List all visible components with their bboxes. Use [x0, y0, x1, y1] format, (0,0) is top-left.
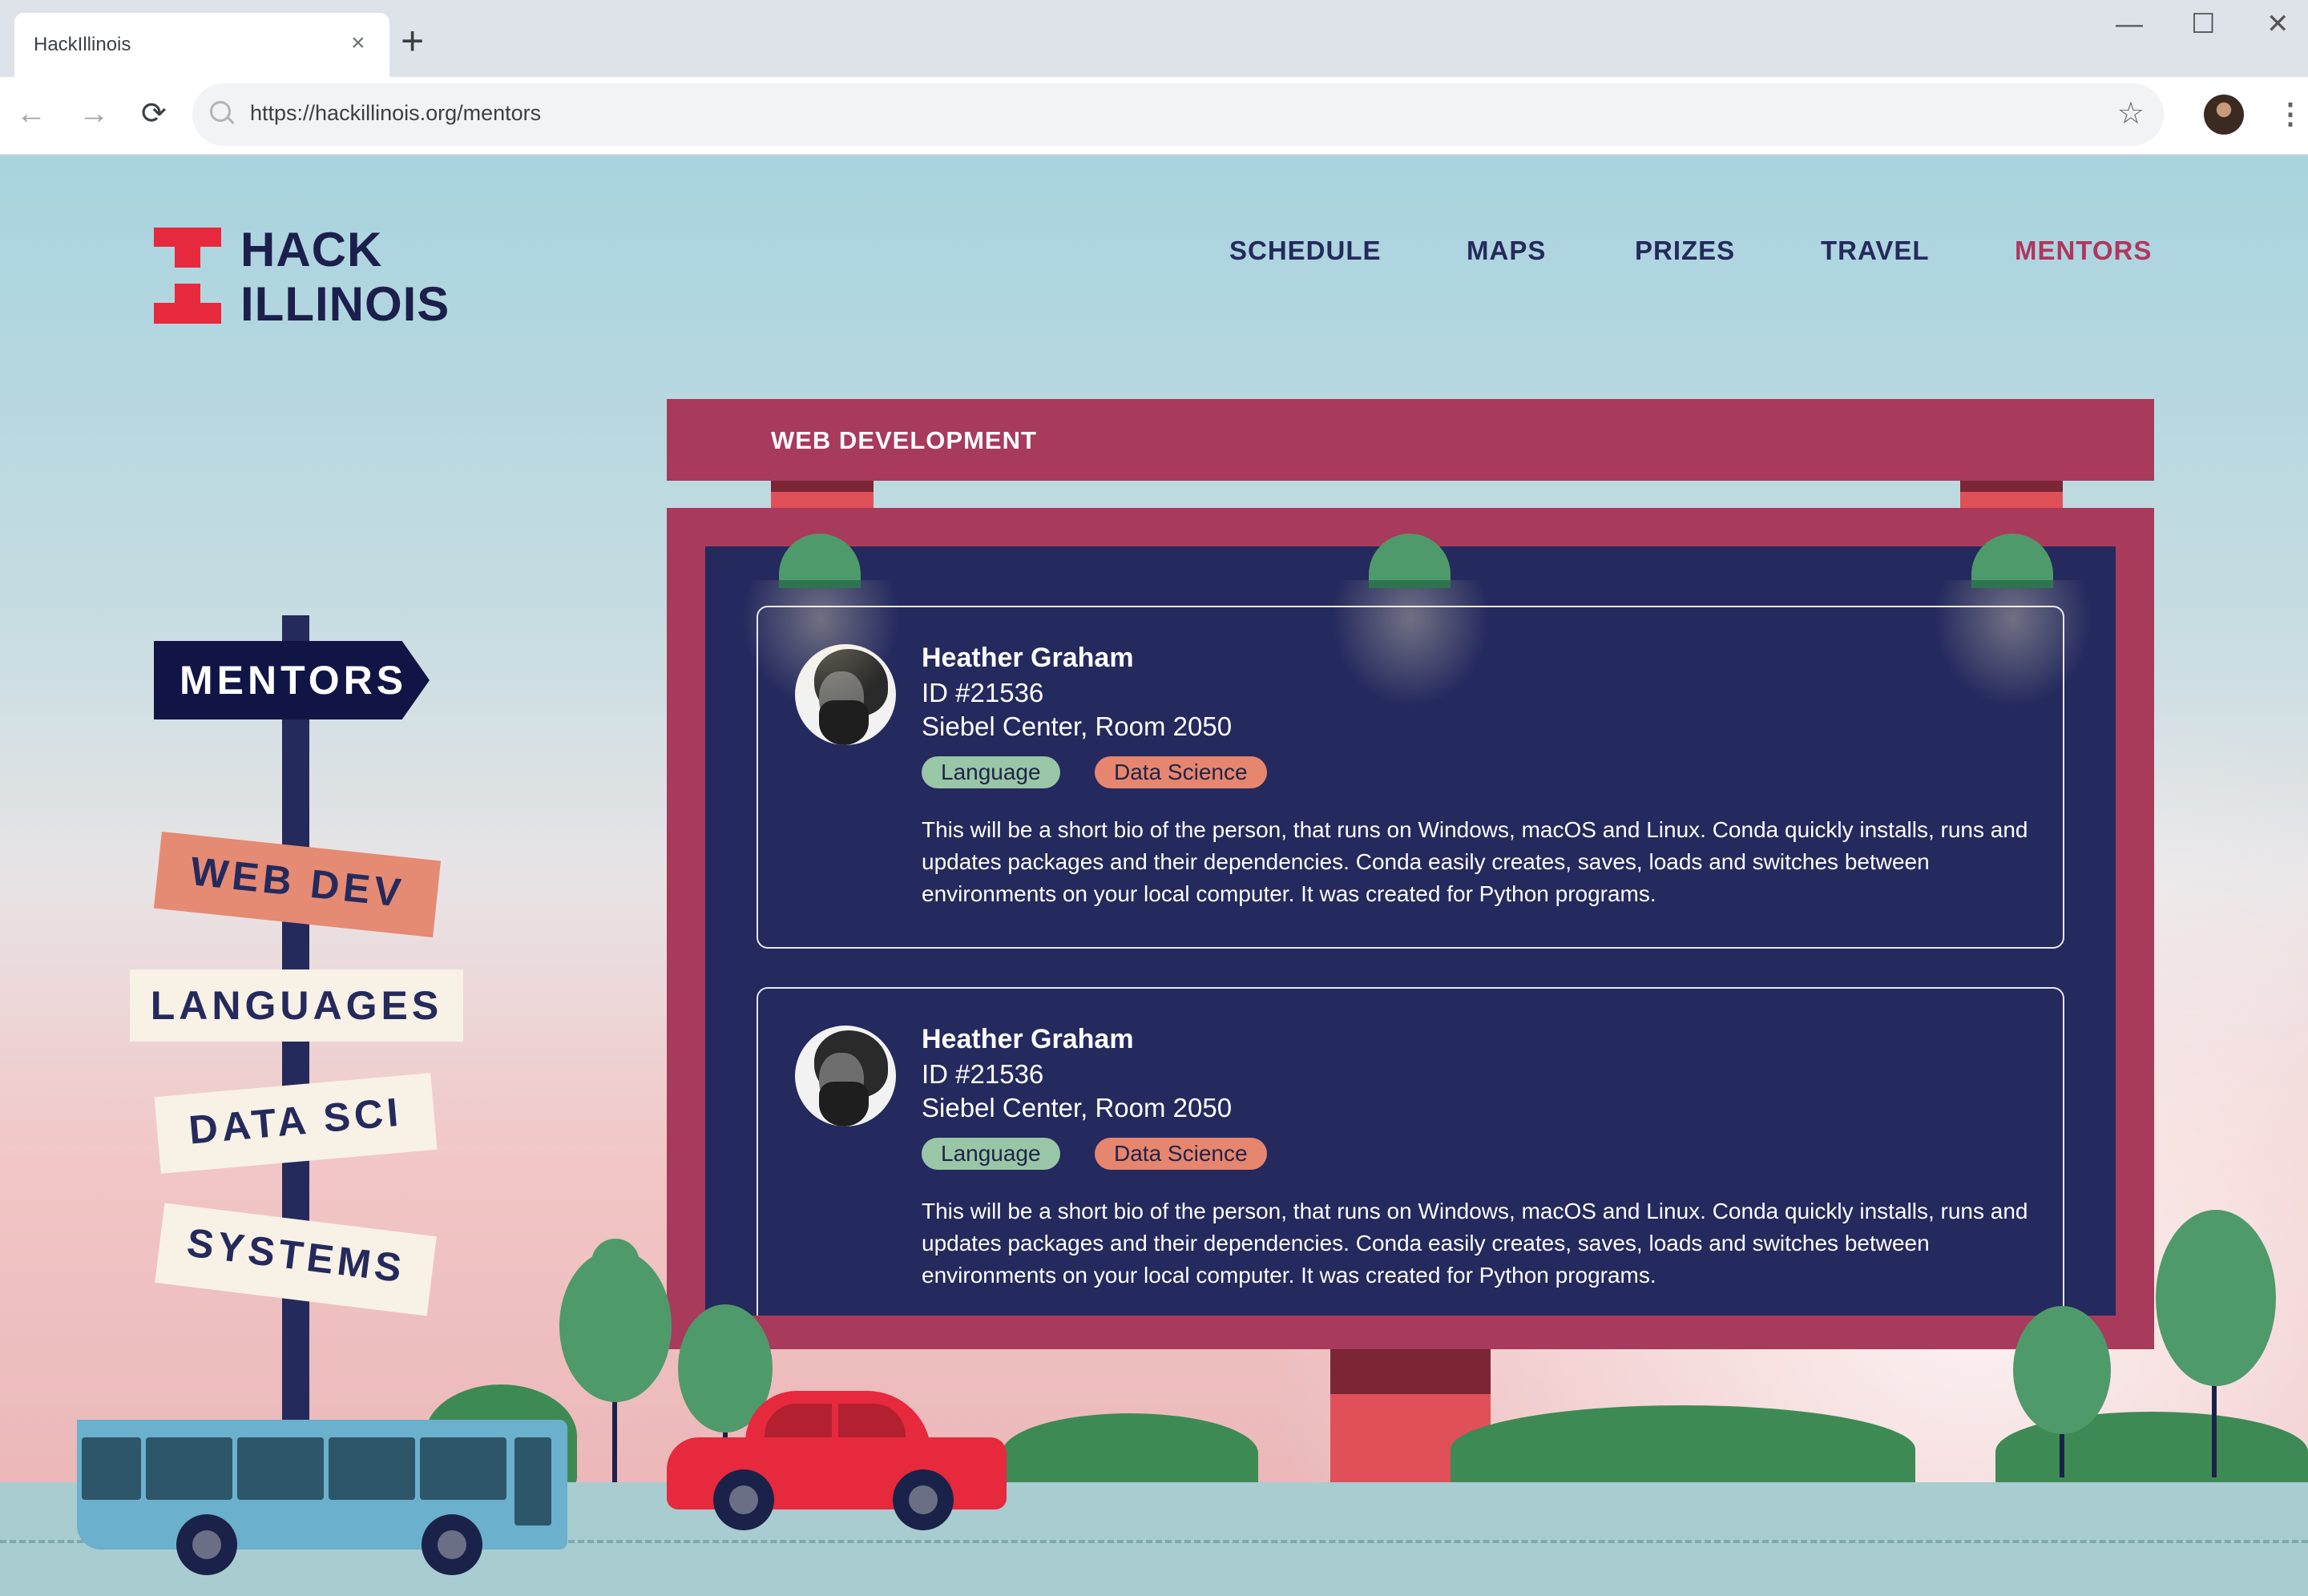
mentor-location: Siebel Center, Room 2050	[922, 1093, 1233, 1122]
signpost-title: MENTORS	[154, 641, 430, 719]
back-arrow-icon[interactable]: ←	[16, 95, 46, 133]
browser-tab[interactable]: HackIllinois ×	[14, 13, 389, 77]
page-viewport: HACK ILLINOIS SCHEDULE MAPS PRIZES TRAVE…	[0, 155, 2308, 1596]
logo-text: HACK ILLINOIS	[240, 223, 450, 332]
logo-line-2: ILLINOIS	[240, 277, 450, 331]
maximize-icon[interactable]: ☐	[2191, 8, 2215, 40]
tree-icon	[2013, 1306, 2111, 1434]
browser-window: HackIllinois × + — ☐ ✕ ← → ⟳ https://hac…	[0, 0, 2308, 1596]
profile-avatar[interactable]	[2204, 95, 2244, 135]
signpost-title-text: MENTORS	[180, 658, 408, 703]
tab-close-icon[interactable]: ×	[351, 29, 365, 58]
mentor-name: Heather Graham	[922, 1024, 1134, 1054]
tab-title: HackIllinois	[34, 34, 131, 55]
nav-prizes[interactable]: PRIZES	[1635, 236, 1735, 266]
bush	[1002, 1413, 1258, 1493]
close-window-icon[interactable]: ✕	[2266, 8, 2290, 40]
search-icon	[210, 101, 231, 122]
mentor-id: ID #21536	[922, 678, 1044, 707]
mentor-bio: This will be a short bio of the person, …	[922, 817, 2028, 906]
mentor-id: ID #21536	[922, 1059, 1044, 1089]
tree-icon	[591, 1239, 640, 1287]
sign-web-dev[interactable]: WEB DEV	[153, 831, 442, 938]
browser-menu-icon[interactable]: ⋮	[2276, 95, 2305, 133]
bush	[1451, 1405, 1915, 1493]
billboard-header: WEB DEVELOPMENT	[667, 399, 2154, 481]
mentor-location: Siebel Center, Room 2050	[922, 711, 1233, 741]
new-tab-button[interactable]: +	[401, 21, 424, 61]
logo-mark-icon	[154, 228, 221, 327]
tree-icon	[2156, 1210, 2276, 1386]
nav-travel[interactable]: TRAVEL	[1821, 236, 1930, 266]
browser-toolbar: ← → ⟳ https://hackillinois.org/mentors ☆…	[0, 77, 2308, 155]
nav-schedule[interactable]: SCHEDULE	[1229, 236, 1382, 266]
sign-systems[interactable]: SYSTEMS	[155, 1203, 437, 1316]
bus-illustration	[77, 1420, 567, 1550]
nav-mentors[interactable]: MENTORS	[2015, 236, 2152, 266]
billboard-title: WEB DEVELOPMENT	[771, 426, 1037, 454]
mentor-avatar	[795, 1026, 896, 1126]
tab-bar: HackIllinois × + — ☐ ✕	[0, 0, 2308, 77]
minimize-icon[interactable]: —	[2116, 8, 2143, 40]
mentor-name: Heather Graham	[922, 643, 1134, 673]
bookmark-star-icon[interactable]: ☆	[2117, 96, 2145, 131]
car-wheel	[893, 1469, 954, 1530]
forward-arrow-icon[interactable]: →	[79, 95, 109, 133]
tag-language[interactable]: Language	[922, 756, 1060, 788]
address-bar[interactable]: https://hackillinois.org/mentors ☆	[192, 83, 2164, 146]
nav-maps[interactable]: MAPS	[1467, 236, 1546, 266]
bus-wheel	[176, 1514, 237, 1575]
url-text[interactable]: https://hackillinois.org/mentors	[250, 101, 541, 126]
sign-languages[interactable]: LANGUAGES	[130, 969, 463, 1042]
lamp-glow	[1330, 580, 1491, 708]
tag-data-science[interactable]: Data Science	[1095, 756, 1267, 788]
reload-icon[interactable]: ⟳	[141, 95, 167, 133]
lamp-glow	[1933, 580, 2093, 708]
bus-wheel	[422, 1514, 482, 1575]
tag-language[interactable]: Language	[922, 1138, 1060, 1170]
lamp-glow	[740, 580, 901, 708]
sign-data-sci[interactable]: DATA SCI	[154, 1073, 438, 1174]
logo-line-1: HACK	[240, 223, 383, 276]
mentor-bio: This will be a short bio of the person, …	[922, 1199, 2028, 1288]
car-wheel	[713, 1469, 774, 1530]
tag-data-science[interactable]: Data Science	[1095, 1138, 1267, 1170]
mentor-card[interactable]: Heather Graham ID #21536 Siebel Center, …	[757, 987, 2064, 1316]
